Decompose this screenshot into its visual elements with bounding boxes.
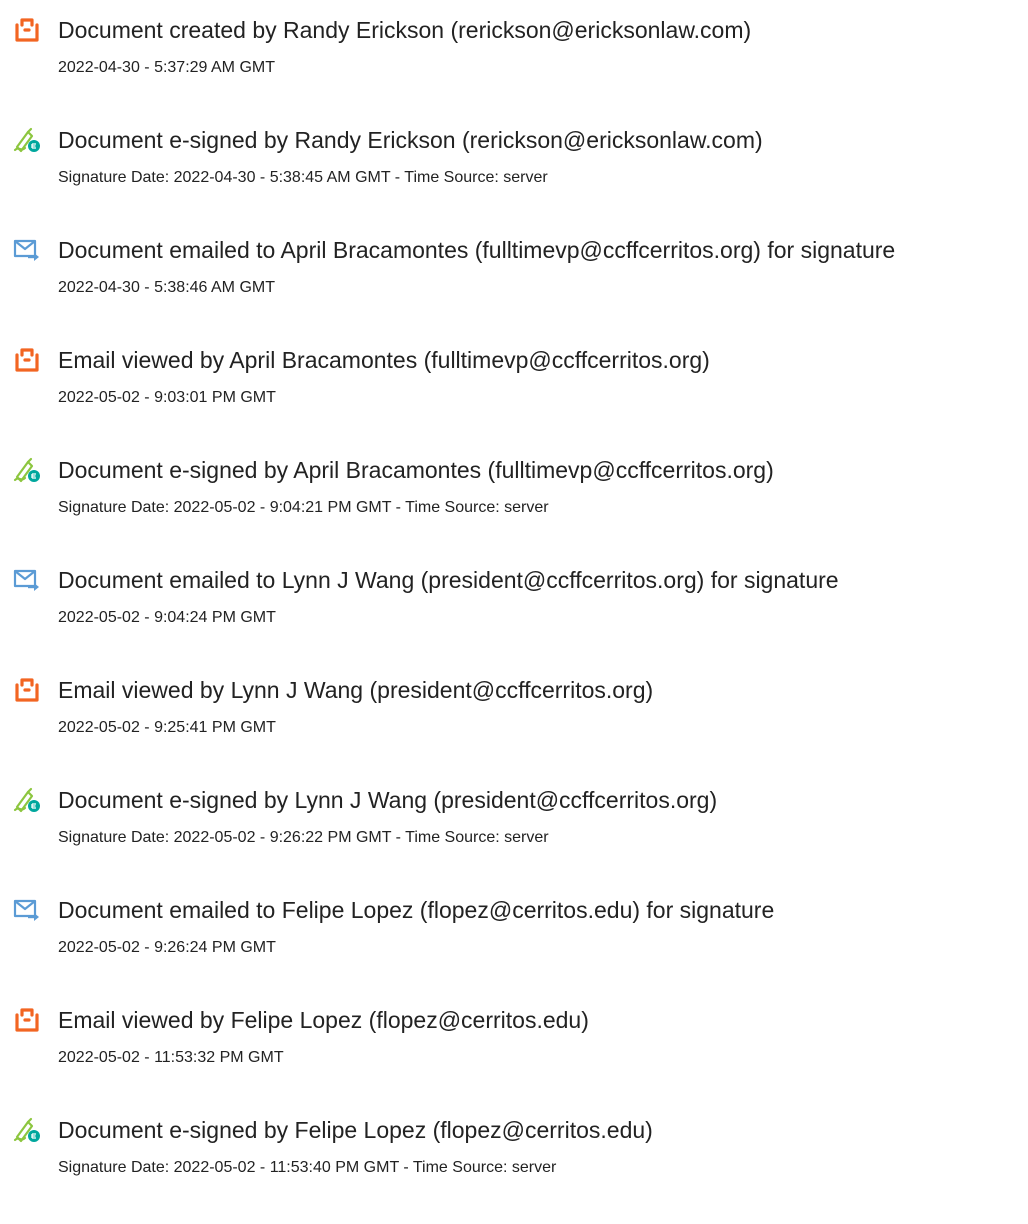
event-timestamp: Signature Date: 2022-05-02 - 9:04:21 PM … bbox=[58, 499, 549, 516]
signature-icon bbox=[13, 1116, 41, 1144]
event-row: Document e-signed by Randy Erickson (rer… bbox=[0, 126, 1028, 206]
event-timestamp: 2022-05-02 - 9:25:41 PM GMT bbox=[58, 719, 276, 736]
event-timestamp: Signature Date: 2022-05-02 - 9:26:22 PM … bbox=[58, 829, 549, 846]
event-title: Document e-signed by Lynn J Wang (presid… bbox=[58, 787, 718, 813]
event-timestamp: 2022-05-02 - 11:53:32 PM GMT bbox=[58, 1049, 284, 1066]
event-title: Document e-signed by Felipe Lopez (flope… bbox=[58, 1117, 653, 1143]
event-title: Email viewed by Lynn J Wang (president@c… bbox=[58, 677, 654, 703]
signature-icon bbox=[13, 786, 41, 814]
event-timestamp: 2022-05-02 - 9:26:24 PM GMT bbox=[58, 939, 276, 956]
event-title: Document emailed to April Bracamontes (f… bbox=[58, 237, 896, 263]
event-title: Email viewed by April Bracamontes (fullt… bbox=[58, 347, 710, 373]
event-title: Email viewed by Felipe Lopez (flopez@cer… bbox=[58, 1007, 589, 1033]
event-timestamp: Signature Date: 2022-04-30 - 5:38:45 AM … bbox=[58, 169, 548, 186]
event-row: Document e-signed by Lynn J Wang (presid… bbox=[0, 786, 1028, 866]
event-row: Document e-signed by April Bracamontes (… bbox=[0, 456, 1028, 536]
event-title: Document emailed to Felipe Lopez (flopez… bbox=[58, 897, 775, 923]
event-timestamp: 2022-04-30 - 5:37:29 AM GMT bbox=[58, 59, 275, 76]
event-title: Document e-signed by Randy Erickson (rer… bbox=[58, 127, 763, 153]
event-row: Email viewed by Lynn J Wang (president@c… bbox=[0, 676, 1028, 756]
email-icon bbox=[13, 236, 41, 264]
signature-icon bbox=[13, 126, 41, 154]
event-timestamp: 2022-04-30 - 5:38:46 AM GMT bbox=[58, 279, 275, 296]
pdf-icon bbox=[13, 16, 41, 44]
pdf-icon bbox=[13, 1006, 41, 1034]
audit-log: Document created by Randy Erickson (reri… bbox=[0, 0, 1028, 1224]
event-row: Document emailed to Lynn J Wang (preside… bbox=[0, 566, 1028, 646]
email-icon bbox=[13, 566, 41, 594]
event-row: Email viewed by Felipe Lopez (flopez@cer… bbox=[0, 1006, 1028, 1086]
email-icon bbox=[13, 896, 41, 924]
event-title: Document emailed to Lynn J Wang (preside… bbox=[58, 567, 839, 593]
pdf-icon bbox=[13, 676, 41, 704]
event-row: Document e-signed by Felipe Lopez (flope… bbox=[0, 1116, 1028, 1196]
event-row: Document emailed to April Bracamontes (f… bbox=[0, 236, 1028, 316]
event-timestamp: Signature Date: 2022-05-02 - 11:53:40 PM… bbox=[58, 1159, 557, 1176]
event-timestamp: 2022-05-02 - 9:03:01 PM GMT bbox=[58, 389, 276, 406]
event-title: Document created by Randy Erickson (reri… bbox=[58, 17, 752, 43]
event-row: Document created by Randy Erickson (reri… bbox=[0, 16, 1028, 96]
event-timestamp: 2022-05-02 - 9:04:24 PM GMT bbox=[58, 609, 276, 626]
signature-icon bbox=[13, 456, 41, 484]
event-row: Email viewed by April Bracamontes (fullt… bbox=[0, 346, 1028, 426]
event-title: Document e-signed by April Bracamontes (… bbox=[58, 457, 774, 483]
pdf-icon bbox=[13, 346, 41, 374]
event-row: Document emailed to Felipe Lopez (flopez… bbox=[0, 896, 1028, 976]
